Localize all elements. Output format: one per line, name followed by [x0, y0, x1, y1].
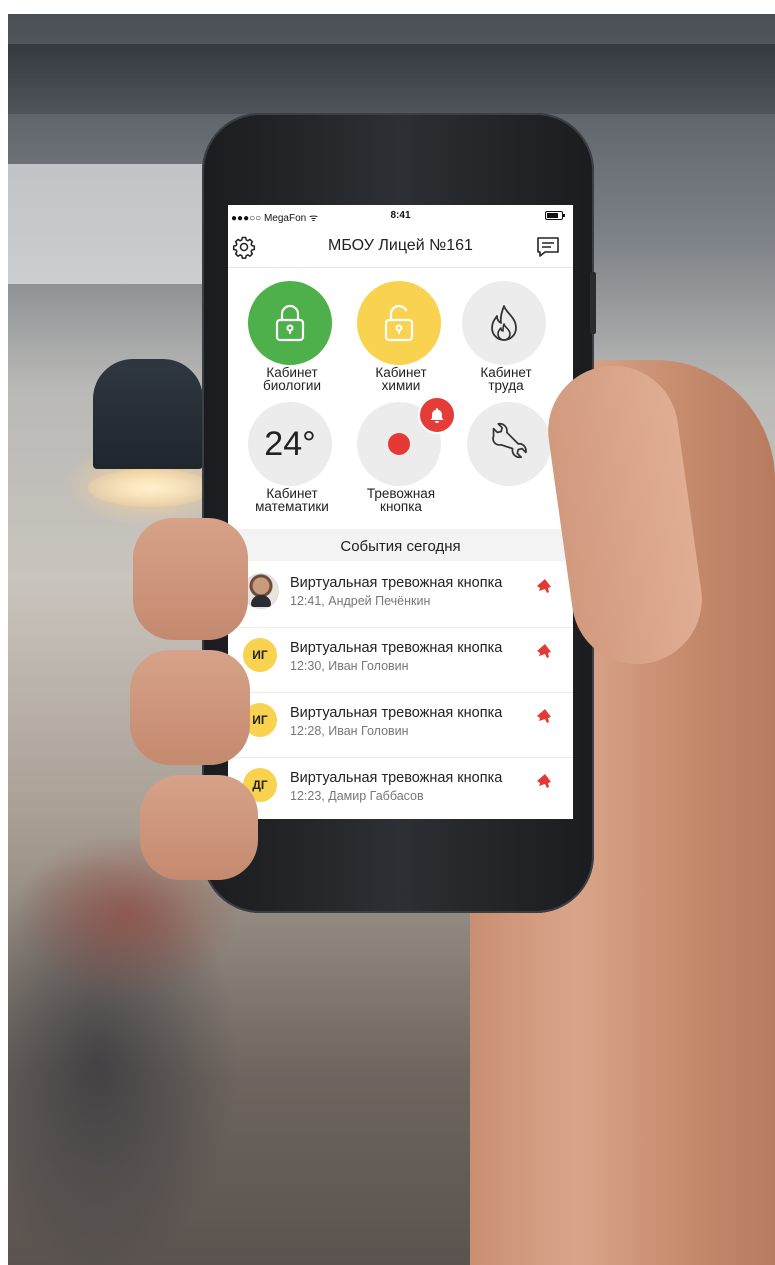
temperature-value: 24° — [264, 424, 316, 463]
ceiling-beam — [8, 44, 775, 114]
tile-biology-label: Кабинет биологии — [262, 365, 322, 393]
tile-wrench-circle[interactable] — [467, 402, 551, 486]
alert-bell-icon — [537, 709, 551, 723]
avatar — [243, 573, 279, 609]
tile-alarm-button[interactable]: Тревожная кнопка — [341, 396, 456, 522]
pendant-lamp — [93, 359, 203, 469]
page-title: МБОУ Лицей №161 — [328, 237, 473, 254]
finger — [130, 650, 250, 765]
alarm-button-icon — [388, 433, 410, 455]
event-subtitle: 12:30, Иван Головин — [290, 659, 409, 673]
event-subtitle: 12:23, Дамир Габбасов — [290, 789, 424, 803]
tile-labor[interactable]: Кабинет труда — [446, 281, 556, 401]
tile-labor-label: Кабинет труда — [480, 365, 532, 393]
app-header: МБОУ Лицей №161 — [228, 225, 573, 268]
finger — [140, 775, 258, 880]
tile-math[interactable]: 24° Кабинет математики — [232, 402, 342, 522]
tile-settings-wrench[interactable] — [451, 402, 561, 522]
event-title: Виртуальная тревожная кнопка — [290, 705, 503, 721]
event-title: Виртуальная тревожная кнопка — [290, 640, 503, 656]
event-subtitle: 12:41, Андрей Печёнкин — [290, 594, 431, 608]
event-title: Виртуальная тревожная кнопка — [290, 575, 503, 591]
tile-alarm-label: Тревожная кнопка — [366, 486, 436, 514]
finger — [133, 518, 248, 640]
events-header: События сегодня — [228, 529, 573, 561]
lock-open-icon — [384, 304, 414, 342]
wrench-icon — [492, 422, 527, 459]
event-row[interactable]: ИГ Виртуальная тревожная кнопка 12:28, И… — [228, 693, 573, 758]
event-row[interactable]: ДГ Виртуальная тревожная кнопка 12:23, Д… — [228, 758, 573, 819]
event-row[interactable]: Виртуальная тревожная кнопка 12:41, Андр… — [228, 563, 573, 628]
tile-math-circle[interactable]: 24° — [248, 402, 332, 486]
phone-side-button — [590, 272, 596, 334]
lock-closed-icon — [275, 304, 305, 342]
alert-bell-icon — [537, 579, 551, 593]
battery-icon — [545, 211, 565, 220]
tile-chemistry[interactable]: Кабинет химии — [341, 281, 451, 401]
tile-math-label: Кабинет математики — [255, 486, 329, 514]
avatar: ИГ — [243, 638, 277, 672]
status-bar: ●●●○○ MegaFon ᯤ 8:41 — [228, 205, 573, 225]
event-row[interactable]: ИГ Виртуальная тревожная кнопка 12:30, И… — [228, 628, 573, 693]
phone-screen: ●●●○○ MegaFon ᯤ 8:41 МБОУ Лицей №161 Каб… — [228, 205, 573, 819]
event-subtitle: 12:28, Иван Головин — [290, 724, 409, 738]
alert-bell-icon — [537, 774, 551, 788]
tile-labor-circle[interactable] — [462, 281, 546, 365]
chat-icon[interactable] — [535, 234, 561, 260]
alert-bell-icon — [537, 644, 551, 658]
events-title: События сегодня — [340, 538, 461, 555]
tile-biology[interactable]: Кабинет биологии — [232, 281, 342, 401]
clock: 8:41 — [390, 210, 411, 221]
tile-biology-circle[interactable] — [248, 281, 332, 365]
tile-chemistry-label: Кабинет химии — [375, 365, 427, 393]
background-window — [8, 164, 208, 284]
event-title: Виртуальная тревожная кнопка — [290, 770, 503, 786]
fire-icon — [491, 305, 517, 341]
bell-icon — [430, 408, 444, 423]
tile-chemistry-circle[interactable] — [357, 281, 441, 365]
lamp-glow — [88, 469, 213, 507]
